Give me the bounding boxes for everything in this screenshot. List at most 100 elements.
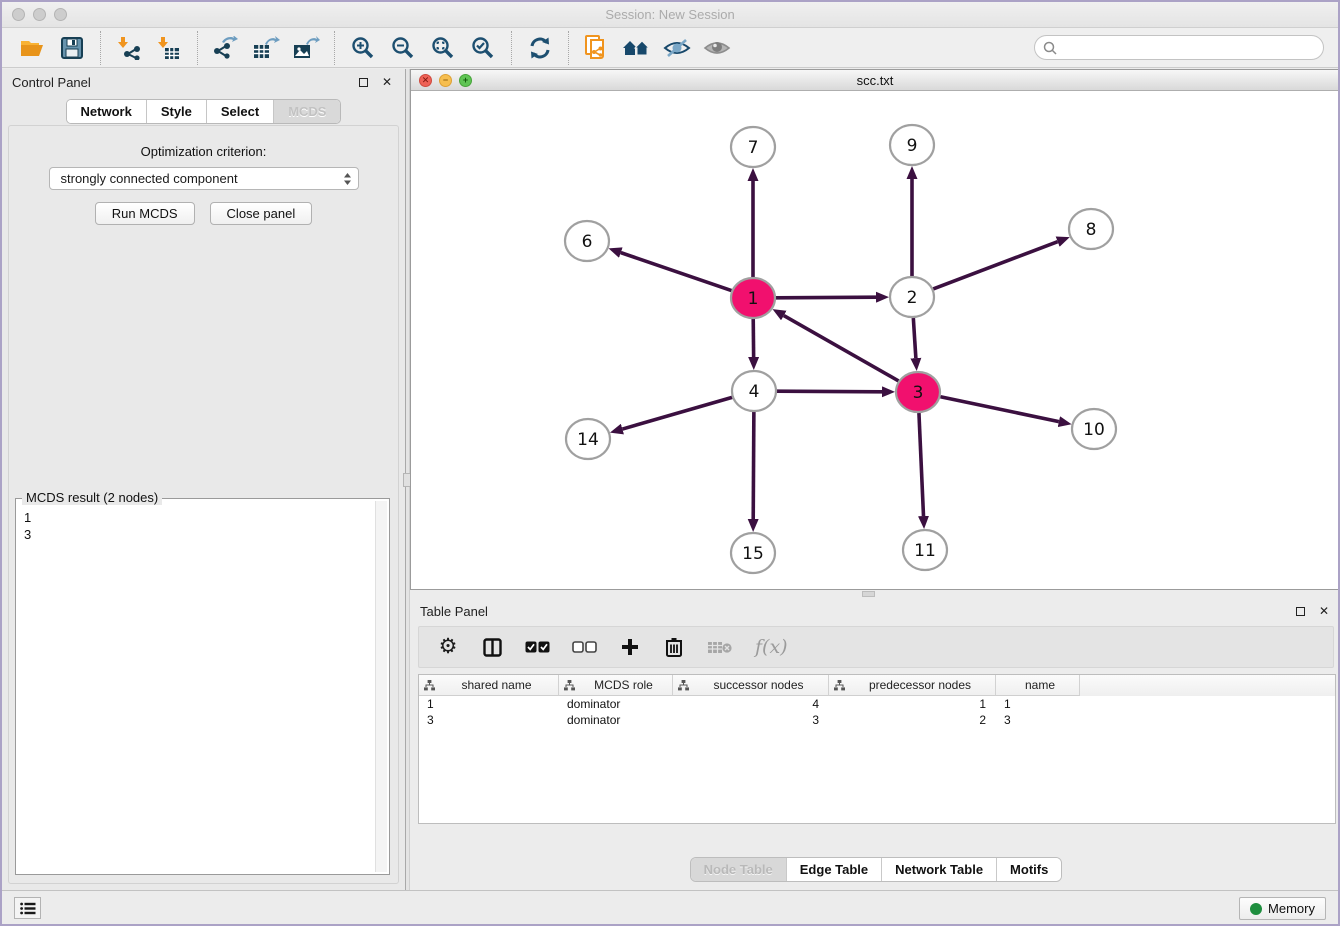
graph-edge[interactable] bbox=[919, 413, 924, 516]
task-history-button[interactable] bbox=[14, 897, 41, 919]
cell-name[interactable]: 1 bbox=[996, 696, 1080, 712]
import-table-icon[interactable] bbox=[149, 31, 189, 65]
export-network-icon[interactable] bbox=[206, 31, 246, 65]
select-all-rows-icon[interactable] bbox=[525, 634, 550, 660]
deselect-rows-icon[interactable] bbox=[572, 634, 597, 660]
table-row[interactable]: 3 dominator 3 2 3 bbox=[419, 712, 1335, 728]
column-header-mcds-role[interactable]: MCDS role bbox=[559, 675, 673, 696]
function-builder-icon[interactable]: f(x) bbox=[755, 634, 788, 660]
graph-edge[interactable] bbox=[776, 297, 876, 298]
zoom-out-icon[interactable] bbox=[383, 31, 423, 65]
column-header-successor-nodes[interactable]: successor nodes bbox=[673, 675, 829, 696]
close-panel-icon[interactable]: ✕ bbox=[379, 74, 395, 90]
graph-edge[interactable] bbox=[777, 391, 882, 392]
graph-node-3[interactable]: 3 bbox=[896, 372, 940, 412]
run-mcds-button[interactable]: Run MCDS bbox=[95, 202, 195, 225]
network-graph[interactable]: 7 9 6 8 1 2 4 3 14 10 15 11 bbox=[411, 91, 1339, 589]
svg-text:3: 3 bbox=[913, 383, 924, 403]
graph-edge[interactable] bbox=[622, 397, 732, 429]
graph-edge[interactable] bbox=[940, 397, 1058, 422]
graph-node-11[interactable]: 11 bbox=[903, 530, 947, 570]
float-panel-icon[interactable] bbox=[355, 74, 371, 90]
graph-node-6[interactable]: 6 bbox=[565, 221, 609, 261]
graph-edge[interactable] bbox=[784, 316, 899, 381]
zoom-selected-icon[interactable] bbox=[463, 31, 503, 65]
splitter-handle[interactable] bbox=[862, 591, 875, 597]
show-all-icon[interactable] bbox=[697, 31, 737, 65]
float-panel-icon[interactable] bbox=[1292, 603, 1308, 619]
memory-button[interactable]: Memory bbox=[1239, 897, 1326, 920]
cell-mcds-role[interactable]: dominator bbox=[559, 712, 673, 728]
graph-node-8[interactable]: 8 bbox=[1069, 209, 1113, 249]
dropdown-stepper-icon bbox=[343, 172, 352, 186]
control-panel-title: Control Panel bbox=[12, 75, 347, 90]
svg-text:4: 4 bbox=[749, 382, 760, 402]
cell-name[interactable]: 3 bbox=[996, 712, 1080, 728]
cell-successor-nodes[interactable]: 4 bbox=[673, 696, 829, 712]
delete-column-icon[interactable] bbox=[663, 634, 685, 660]
graph-node-1[interactable]: 1 bbox=[731, 278, 775, 318]
cell-successor-nodes[interactable]: 3 bbox=[673, 712, 829, 728]
new-network-from-selection-icon[interactable] bbox=[577, 31, 617, 65]
add-column-icon[interactable] bbox=[619, 634, 641, 660]
close-panel-button[interactable]: Close panel bbox=[210, 202, 313, 225]
table-row[interactable]: 1 dominator 4 1 1 bbox=[419, 696, 1335, 712]
tab-motifs[interactable]: Motifs bbox=[997, 858, 1061, 881]
cell-shared-name[interactable]: 1 bbox=[419, 696, 559, 712]
graph-node-10[interactable]: 10 bbox=[1072, 409, 1116, 449]
tab-style[interactable]: Style bbox=[147, 100, 207, 123]
graph-node-9[interactable]: 9 bbox=[890, 125, 934, 165]
tab-mcds[interactable]: MCDS bbox=[274, 100, 340, 123]
split-pane-icon[interactable] bbox=[481, 634, 503, 660]
graph-node-4[interactable]: 4 bbox=[732, 371, 776, 411]
table-panel: Table Panel ✕ ⚙ f(x) bbox=[410, 598, 1340, 890]
refresh-icon[interactable] bbox=[520, 31, 560, 65]
column-header-shared-name[interactable]: shared name bbox=[419, 675, 559, 696]
horizontal-splitter[interactable] bbox=[410, 590, 1340, 598]
import-network-icon[interactable] bbox=[109, 31, 149, 65]
export-table-icon[interactable] bbox=[246, 31, 286, 65]
save-session-icon[interactable] bbox=[52, 31, 92, 65]
column-header-predecessor-nodes[interactable]: predecessor nodes bbox=[829, 675, 996, 696]
search-icon bbox=[1043, 41, 1057, 55]
tab-select[interactable]: Select bbox=[207, 100, 274, 123]
result-scrollbar[interactable] bbox=[375, 501, 387, 872]
zoom-fit-icon[interactable] bbox=[423, 31, 463, 65]
gear-icon[interactable]: ⚙ bbox=[437, 634, 459, 660]
tab-edge-table[interactable]: Edge Table bbox=[787, 858, 882, 881]
search-box[interactable] bbox=[1034, 35, 1324, 60]
graph-node-2[interactable]: 2 bbox=[890, 277, 934, 317]
svg-text:15: 15 bbox=[742, 544, 764, 564]
graph-edge[interactable] bbox=[753, 412, 754, 519]
svg-text:1: 1 bbox=[748, 289, 759, 309]
tab-network-table[interactable]: Network Table bbox=[882, 858, 997, 881]
graph-node-14[interactable]: 14 bbox=[566, 419, 610, 459]
graph-node-15[interactable]: 15 bbox=[731, 533, 775, 573]
cell-predecessor-nodes[interactable]: 1 bbox=[829, 696, 996, 712]
graph-node-7[interactable]: 7 bbox=[731, 127, 775, 167]
tab-network[interactable]: Network bbox=[67, 100, 147, 123]
delete-table-icon[interactable] bbox=[707, 634, 733, 660]
network-canvas[interactable]: 7 9 6 8 1 2 4 3 14 10 15 11 bbox=[411, 91, 1339, 589]
node-table: shared name MCDS role successor nodes pr… bbox=[418, 674, 1336, 824]
criterion-dropdown[interactable]: strongly connected component bbox=[49, 167, 359, 190]
hide-selected-icon[interactable] bbox=[657, 31, 697, 65]
graph-edge[interactable] bbox=[913, 318, 916, 358]
tab-node-table[interactable]: Node Table bbox=[691, 858, 787, 881]
graph-edge[interactable] bbox=[933, 242, 1057, 289]
status-bar: Memory bbox=[2, 890, 1338, 924]
first-neighbors-icon[interactable] bbox=[617, 31, 657, 65]
zoom-in-icon[interactable] bbox=[343, 31, 383, 65]
cell-predecessor-nodes[interactable]: 2 bbox=[829, 712, 996, 728]
control-panel-tabs: Network Style Select MCDS bbox=[66, 99, 342, 124]
cell-mcds-role[interactable]: dominator bbox=[559, 696, 673, 712]
export-image-icon[interactable] bbox=[286, 31, 326, 65]
search-input[interactable] bbox=[1062, 41, 1323, 55]
cell-shared-name[interactable]: 3 bbox=[419, 712, 559, 728]
column-header-name[interactable]: name bbox=[996, 675, 1080, 696]
open-session-icon[interactable] bbox=[12, 31, 52, 65]
graph-edge[interactable] bbox=[621, 253, 732, 291]
svg-text:10: 10 bbox=[1083, 420, 1105, 440]
optimization-criterion-label: Optimization criterion: bbox=[9, 144, 398, 159]
close-panel-icon[interactable]: ✕ bbox=[1316, 603, 1332, 619]
